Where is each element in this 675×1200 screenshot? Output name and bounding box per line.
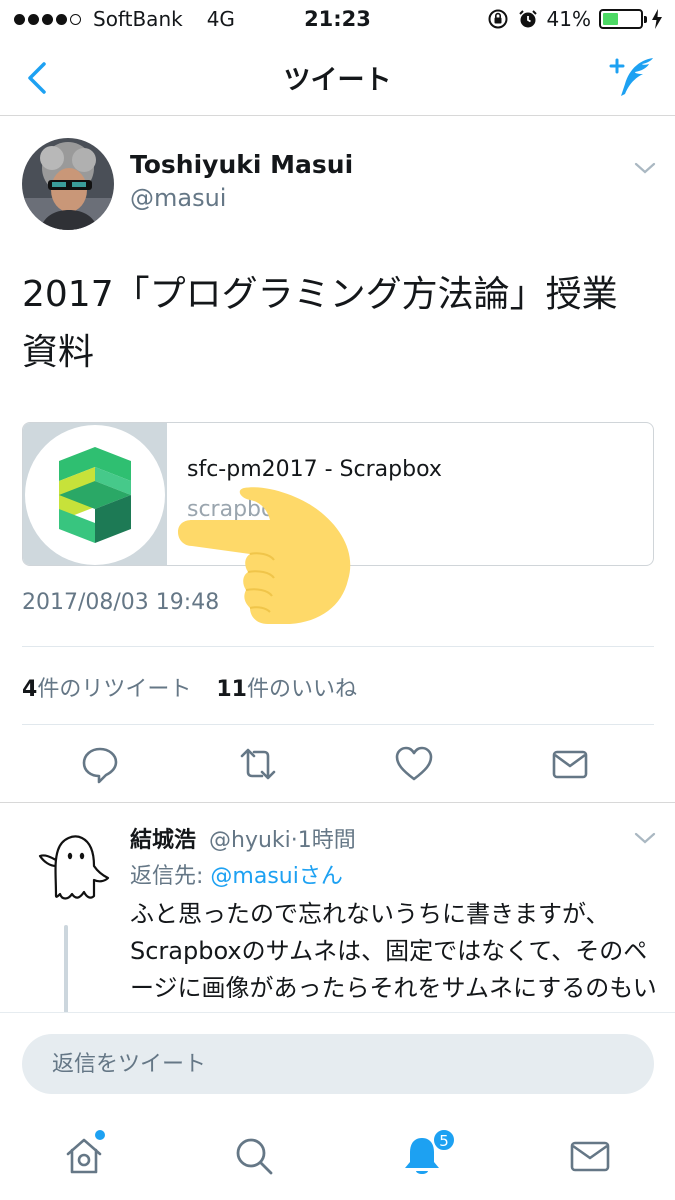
author-avatar[interactable] (22, 138, 114, 230)
card-thumbnail (23, 423, 167, 565)
likes-count: 11 (216, 677, 247, 702)
chevron-down-icon[interactable] (633, 830, 657, 846)
author-handle[interactable]: @masui (130, 184, 226, 212)
notifications-badge: 5 (432, 1128, 456, 1152)
reply-icon[interactable] (80, 744, 120, 784)
reply-header: 結城浩 @hyuki·1時間 (130, 822, 356, 854)
likes-label: 件のいいね (246, 677, 357, 702)
tweet-stats: 4件のリツイート 11件のいいね (22, 671, 357, 703)
card-title: sfc-pm2017 - Scrapbox (187, 457, 442, 482)
alarm-icon (518, 10, 537, 28)
chevron-down-icon[interactable] (633, 160, 657, 176)
reply-avatar-ghost-icon[interactable] (32, 826, 112, 906)
battery-icon (599, 9, 647, 29)
charging-bolt-icon (652, 9, 662, 29)
search-icon[interactable] (232, 1134, 276, 1178)
home-icon[interactable] (62, 1134, 106, 1178)
reply-to-mention[interactable]: @masuiさん (210, 864, 342, 889)
reply-input[interactable] (22, 1034, 654, 1094)
section-divider (0, 802, 675, 803)
reply-author-name[interactable]: 結城浩 (130, 828, 196, 853)
retweets-label: 件のリツイート (37, 677, 192, 702)
reply-separator: · (290, 828, 298, 853)
reply-to: 返信先: @masuiさん (130, 858, 343, 890)
reply-text: ふと思ったので忘れないうちに書きますが、Scrapboxのサムネは、固定ではなく… (130, 900, 657, 1012)
scrapbox-logo-icon (25, 425, 165, 565)
status-right: 41% (487, 7, 663, 31)
reply-to-prefix: 返信先: (130, 864, 211, 889)
thread-line (64, 925, 68, 1015)
compose-tweet-icon[interactable] (609, 54, 657, 102)
retweets-count: 4 (22, 677, 38, 702)
likes-stat[interactable]: 11件のいいね (216, 677, 357, 702)
nav-bar: ツイート (0, 40, 675, 116)
tweet-text: 2017「プログラミング方法論」授業資料 (22, 274, 618, 373)
direct-message-icon[interactable] (550, 744, 590, 784)
battery-percent: 41% (546, 7, 591, 31)
retweet-icon[interactable] (238, 744, 278, 784)
home-unread-dot (95, 1130, 105, 1140)
author-name[interactable]: Toshiyuki Masui (130, 150, 353, 179)
messages-icon[interactable] (568, 1134, 612, 1178)
reply-composer (0, 1012, 675, 1118)
divider (22, 646, 654, 647)
orientation-lock-icon (488, 9, 508, 29)
divider (22, 724, 654, 725)
tweet-timestamp: 2017/08/03 19:48 (22, 590, 220, 615)
reply-time: 1時間 (297, 828, 356, 853)
retweets-stat[interactable]: 4件のリツイート (22, 677, 191, 702)
nav-title: ツイート (283, 65, 392, 96)
reply-author-handle[interactable]: @hyuki (209, 828, 291, 853)
like-heart-icon[interactable] (394, 744, 434, 784)
status-bar: SoftBank 4G 21:23 41% (0, 0, 675, 40)
